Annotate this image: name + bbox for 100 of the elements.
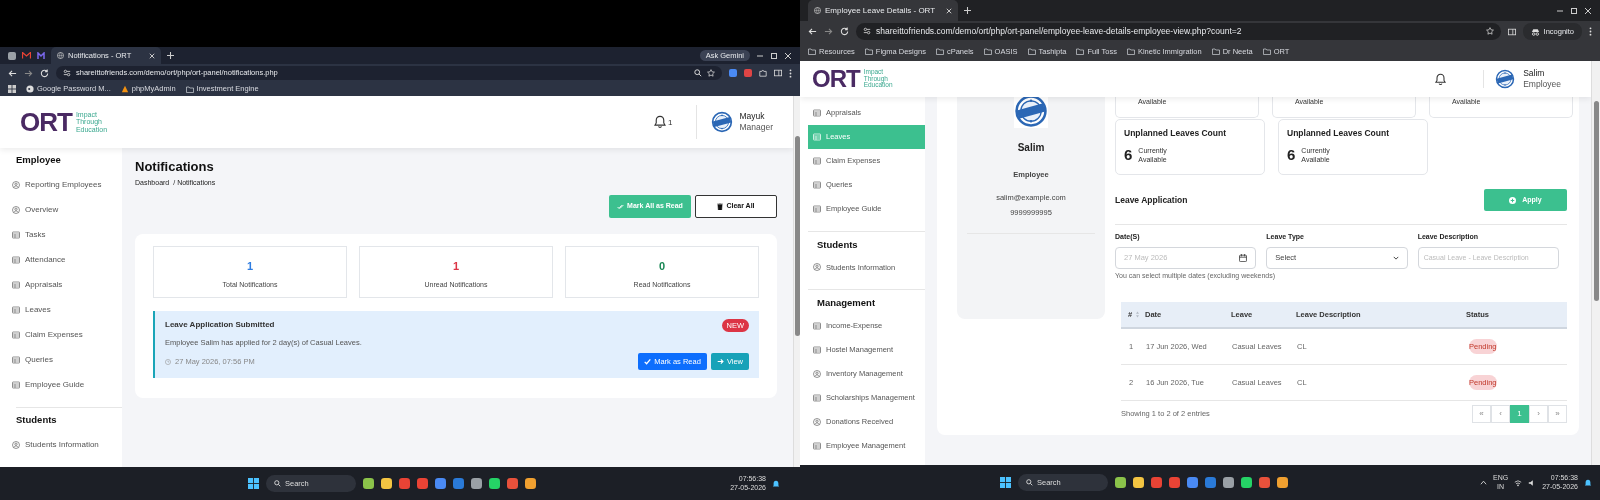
sidebar-item[interactable]: Leaves	[0, 297, 122, 323]
sidebar-item[interactable]: Queries	[0, 347, 122, 373]
app-icon[interactable]	[1205, 477, 1216, 488]
user-circle-icon	[813, 417, 821, 426]
incognito-icon	[1530, 27, 1540, 36]
sidebar-icon[interactable]	[1507, 27, 1516, 36]
chevron-up-icon[interactable]	[1480, 480, 1487, 485]
bell-icon[interactable]	[653, 115, 667, 129]
folder-icon	[1076, 48, 1085, 55]
page-title: Notifications	[135, 158, 215, 176]
reload-icon[interactable]	[840, 27, 849, 36]
app-icon[interactable]	[489, 478, 500, 489]
zoom-icon[interactable]	[694, 69, 702, 77]
notification-count: 1	[668, 117, 673, 129]
app-icon[interactable]	[507, 478, 518, 489]
sidebar-heading: Employee	[15, 153, 62, 167]
bell-icon[interactable]	[1584, 478, 1592, 487]
app-icon[interactable]	[381, 478, 392, 489]
app-icon[interactable]	[1223, 477, 1234, 488]
forward-icon[interactable]	[24, 68, 33, 78]
folder-icon	[1211, 48, 1220, 55]
maximize-icon[interactable]	[770, 51, 778, 60]
clock-icon	[165, 358, 171, 365]
sidebar-item[interactable]: Attendance	[0, 247, 122, 273]
browser-tab[interactable]: Employee Leave Details - ORT	[808, 0, 958, 21]
page-button[interactable]: »	[1548, 405, 1567, 423]
folder-icon	[864, 48, 873, 55]
user-circle-icon	[12, 180, 20, 189]
app-icon[interactable]	[1277, 477, 1288, 488]
bell-icon[interactable]	[1434, 72, 1448, 86]
plus-icon[interactable]	[964, 7, 971, 14]
app-icon[interactable]	[417, 478, 428, 489]
table-icon	[12, 230, 20, 239]
table-icon	[12, 255, 20, 264]
forward-icon[interactable]	[824, 27, 833, 36]
page-button[interactable]: ›	[1529, 405, 1548, 423]
wifi-icon[interactable]	[1514, 478, 1523, 487]
app-icon[interactable]	[1133, 477, 1144, 488]
app-icon[interactable]	[399, 478, 410, 489]
stat-value: 0	[658, 260, 666, 272]
sidebar-item[interactable]: Employee Guide	[0, 372, 122, 398]
sidebar-item[interactable]: Tasks	[0, 222, 122, 248]
close-icon[interactable]	[1584, 6, 1592, 15]
start-icon[interactable]	[248, 478, 259, 489]
table-icon	[813, 205, 821, 213]
stat-value: 1	[246, 260, 254, 272]
reload-icon[interactable]	[40, 68, 49, 78]
app-icon[interactable]	[1241, 477, 1252, 488]
folder-icon	[1262, 48, 1271, 55]
user-name: Mayuk	[739, 110, 766, 122]
page-button[interactable]: «	[1472, 405, 1491, 423]
menu-icon[interactable]	[789, 68, 792, 78]
table-icon	[12, 355, 20, 364]
maximize-icon[interactable]	[1570, 6, 1578, 15]
user-name: Salim	[1523, 67, 1546, 79]
notification-title: Leave Application Submitted	[165, 319, 275, 332]
star-icon[interactable]	[1485, 27, 1494, 36]
app-icon[interactable]	[1169, 477, 1180, 488]
menu-icon[interactable]	[1589, 27, 1592, 36]
apps-icon[interactable]	[8, 85, 16, 93]
close-icon[interactable]	[946, 7, 952, 14]
app-icon[interactable]	[1115, 477, 1126, 488]
sidebar-item[interactable]: Students Information	[0, 432, 122, 458]
app-icon[interactable]	[435, 478, 446, 489]
app-icon[interactable]	[453, 478, 464, 489]
app-icon[interactable]	[1259, 477, 1270, 488]
table-icon	[813, 441, 821, 450]
sidebar-item[interactable]: Claim Expenses	[0, 322, 122, 348]
mail-icon[interactable]	[22, 52, 31, 59]
sidebar-item[interactable]: Overview	[0, 197, 122, 223]
section-title: Leave Application	[1115, 193, 1188, 207]
table-icon	[813, 181, 821, 189]
bell-icon[interactable]	[772, 479, 780, 488]
app-icon[interactable]	[471, 478, 482, 489]
sidebar-heading: Students	[15, 413, 58, 428]
app-icon[interactable]	[37, 51, 45, 60]
sidebar-item[interactable]: Appraisals	[0, 272, 122, 298]
stat-value: 1	[452, 260, 460, 272]
app-icon[interactable]	[363, 478, 374, 489]
arrow-right-icon	[716, 358, 724, 366]
address-bar[interactable]: shareittofriends.com/demo/ort/php/ort-panel/employee-leave-details-employee-view.php?count=2	[856, 23, 1501, 40]
app-icon[interactable]	[8, 51, 16, 60]
back-icon[interactable]	[808, 27, 817, 36]
app-icon[interactable]	[1151, 477, 1162, 488]
start-icon[interactable]	[1000, 477, 1011, 488]
leave-count: 6	[1287, 144, 1296, 165]
table-icon	[12, 330, 20, 339]
card-title: Unplanned Leaves Count	[1287, 127, 1390, 140]
sidebar-icon[interactable]	[774, 69, 782, 77]
table-icon	[813, 109, 821, 117]
sidebar-item[interactable]: Reporting Employees	[0, 172, 122, 198]
close-icon[interactable]	[784, 51, 792, 60]
close-icon[interactable]	[149, 52, 155, 59]
plus-icon[interactable]	[167, 52, 174, 59]
back-icon[interactable]	[8, 68, 17, 78]
user-role: Employee	[1523, 79, 1561, 91]
app-icon[interactable]	[525, 478, 536, 489]
star-icon[interactable]	[707, 69, 715, 77]
app-icon[interactable]	[1187, 477, 1198, 488]
page-button[interactable]: ‹	[1491, 405, 1510, 423]
